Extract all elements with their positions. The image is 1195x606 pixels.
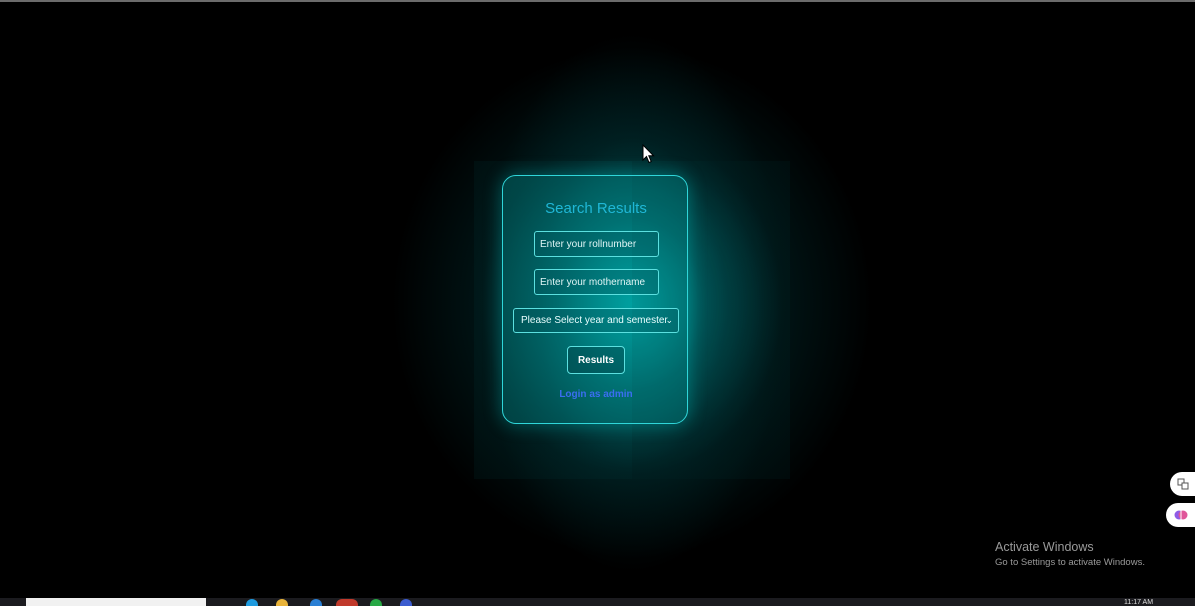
mouse-pointer-icon	[642, 144, 655, 164]
mothername-input[interactable]	[534, 269, 659, 295]
card-title: Search Results	[545, 200, 647, 217]
select-value: Please Select year and semester	[521, 315, 668, 326]
watermark-title: Activate Windows	[995, 540, 1094, 554]
watermark-subtitle: Go to Settings to activate Windows.	[995, 557, 1145, 568]
rollnumber-input[interactable]	[534, 231, 659, 257]
edge-icon[interactable]	[246, 599, 258, 606]
chrome-icon[interactable]	[336, 599, 358, 606]
translate-icon[interactable]	[1170, 472, 1195, 496]
folder-icon[interactable]	[276, 599, 288, 606]
app-icon[interactable]	[370, 599, 382, 606]
taskbar	[0, 598, 1195, 606]
activate-windows-watermark: Activate Windows Go to Settings to activ…	[995, 540, 1145, 568]
taskbar-search[interactable]	[26, 598, 206, 606]
results-button[interactable]: Results	[567, 346, 625, 374]
search-card: Search Results Please Select year and se…	[502, 175, 688, 424]
taskbar-clock: 11:17 AM	[1124, 599, 1154, 606]
chevron-down-icon: ⌄	[665, 315, 673, 325]
vscode-icon[interactable]	[310, 599, 322, 606]
brain-icon[interactable]	[1166, 503, 1195, 527]
year-semester-select[interactable]: Please Select year and semester ⌄	[513, 308, 679, 333]
screen: Search Results Please Select year and se…	[0, 0, 1195, 606]
login-admin-link[interactable]: Login as admin	[503, 389, 689, 400]
app-icon[interactable]	[400, 599, 412, 606]
